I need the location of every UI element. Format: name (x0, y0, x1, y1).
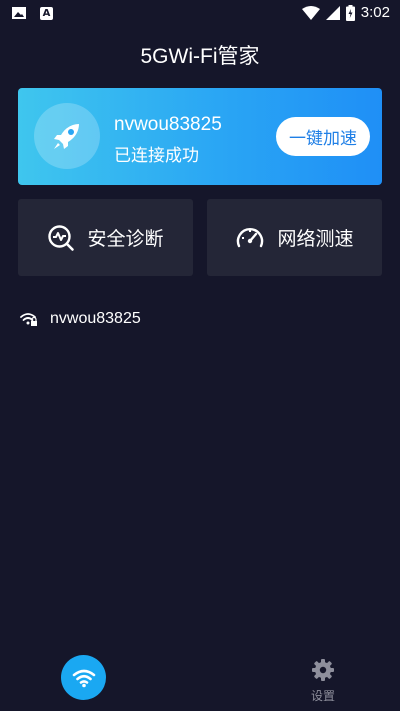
wifi-signal-icon (301, 5, 320, 20)
status-left-icons: A (12, 7, 53, 20)
status-right-icons: 3:02 (301, 4, 390, 21)
page-title: 5GWi-Fi管家 (140, 45, 260, 68)
cell-signal-icon (325, 5, 340, 20)
gear-icon (312, 659, 334, 681)
rocket-badge (34, 103, 100, 169)
image-notification-icon (12, 7, 26, 19)
status-bar: A 3:02 (0, 0, 400, 28)
speed-test-label: 网络测速 (277, 228, 354, 250)
wifi-icon (72, 669, 95, 687)
rocket-icon (54, 124, 79, 149)
nav-wifi-tab[interactable] (61, 655, 106, 700)
connection-card: nvwou83825 已连接成功 一键加速 (18, 88, 382, 185)
nav-settings-tab[interactable]: 设置 (304, 658, 342, 704)
security-check-label: 安全诊断 (87, 228, 164, 250)
speed-test-tile[interactable]: 网络测速 (207, 199, 382, 276)
connected-ssid: nvwou83825 (114, 114, 222, 135)
a-notification-icon: A (40, 7, 53, 20)
network-name: nvwou83825 (50, 310, 141, 327)
status-time: 3:02 (360, 4, 390, 21)
nav-settings-label: 设置 (310, 689, 335, 703)
boost-button[interactable]: 一键加速 (276, 117, 370, 156)
speedometer-icon (237, 227, 264, 247)
locked-wifi-icon (20, 313, 37, 326)
network-list-item[interactable]: nvwou83825 (20, 310, 141, 328)
security-scan-icon (48, 224, 75, 251)
battery-charging-icon (345, 4, 355, 21)
security-check-tile[interactable]: 安全诊断 (18, 199, 193, 276)
connection-status: 已连接成功 (114, 146, 199, 166)
